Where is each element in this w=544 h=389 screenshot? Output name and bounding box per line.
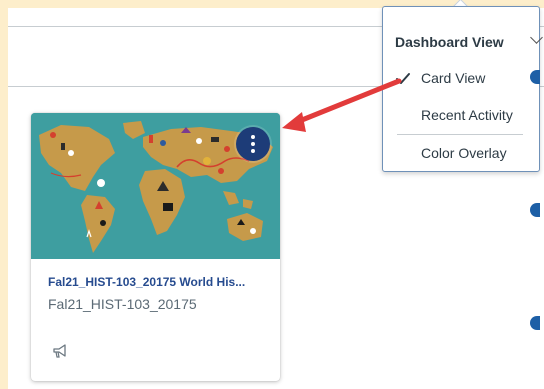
dashboard-view-menu: Dashboard View Card View Recent Activity… [382, 6, 540, 172]
menu-item-recent-activity[interactable]: Recent Activity [421, 107, 513, 123]
course-title-link[interactable]: Fal21_HIST-103_20175 World His... [48, 275, 273, 289]
course-card-image[interactable] [31, 113, 280, 259]
course-card[interactable]: Fal21_HIST-103_20175 World His... Fal21_… [31, 113, 280, 381]
megaphone-icon[interactable] [51, 342, 69, 360]
menu-item-color-overlay[interactable]: Color Overlay [421, 145, 507, 161]
options-kebab-icon [251, 135, 255, 139]
menu-item-card-view[interactable]: Card View [421, 70, 485, 86]
menu-heading: Dashboard View [395, 34, 504, 50]
edge-indicator [530, 203, 540, 217]
menu-divider [397, 134, 523, 135]
course-options-button[interactable] [236, 127, 270, 161]
edge-indicator [530, 70, 540, 84]
checkmark-icon [396, 73, 410, 84]
course-code: Fal21_HIST-103_20175 [48, 296, 197, 312]
edge-indicator [530, 316, 540, 330]
